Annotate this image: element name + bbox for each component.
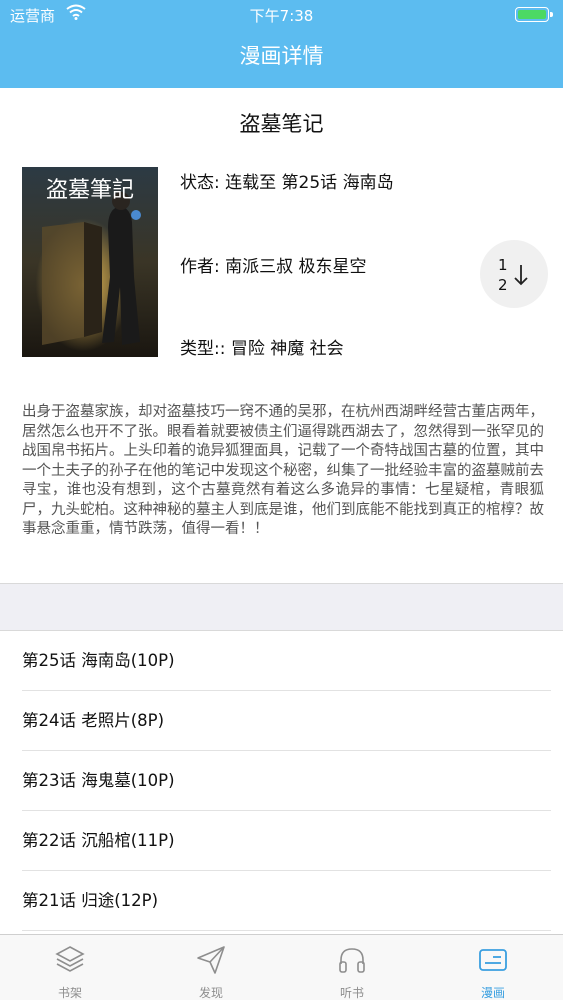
status-label: 状态:	[180, 173, 220, 193]
tab-label: 漫画	[480, 986, 505, 1000]
author-row: 作者: 南派三叔 极东星空	[180, 252, 367, 277]
section-divider	[0, 583, 563, 631]
comic-description: 出身于盗墓家族，却对盗墓技巧一窍不通的吴邪，在杭州西湖畔经营古董店两年，居然怎么…	[22, 404, 544, 537]
tab-audiobook[interactable]: 听书	[282, 935, 422, 1000]
top-header: 运营商 下午7:38 漫画详情	[0, 0, 563, 88]
author-label: 作者:	[180, 257, 220, 277]
comic-card-icon	[479, 949, 507, 971]
genre-row: 类型:: 冒险 神魔 社会	[180, 334, 344, 359]
chapter-list: 第25话 海南岛(10P) 第24话 老照片(8P) 第23话 海鬼墓(10P)…	[0, 631, 563, 931]
arrow-down-icon	[514, 265, 528, 286]
tab-comics[interactable]: 漫画	[423, 935, 563, 1000]
tab-discover[interactable]: 发现	[141, 935, 281, 1000]
genre-label: 类型::	[180, 339, 226, 359]
chapter-item[interactable]: 第21话 归途(12P)	[0, 871, 563, 931]
tab-label: 书架	[57, 986, 82, 1000]
status-row: 状态: 连载至 第25话 海南岛	[180, 168, 394, 193]
sort-order-button[interactable]: 1 2	[480, 240, 548, 308]
battery-icon	[515, 7, 553, 22]
paper-plane-icon	[197, 946, 225, 974]
tab-label: 听书	[339, 986, 364, 1000]
author-value: 南派三叔 极东星空	[225, 257, 367, 277]
status-value: 连载至 第25话 海南岛	[225, 173, 394, 193]
chapter-item[interactable]: 第22话 沉船棺(11P)	[0, 811, 563, 871]
genre-value: 冒险 神魔 社会	[230, 339, 344, 359]
chapter-item[interactable]: 第24话 老照片(8P)	[0, 691, 563, 751]
status-time: 下午7:38	[249, 7, 314, 25]
headphones-icon	[339, 948, 365, 973]
layers-icon	[55, 946, 85, 972]
tab-label: 发现	[198, 986, 223, 1000]
tab-bar: 书架 发现 听书 漫画	[0, 934, 563, 1000]
status-bar: 运营商 下午7:38	[0, 0, 563, 28]
chapter-item[interactable]: 第25话 海南岛(10P)	[0, 631, 563, 691]
chapter-item[interactable]: 第23话 海鬼墓(10P)	[0, 751, 563, 811]
page-title: 漫画详情	[239, 44, 324, 68]
sort-number-top: 1	[498, 256, 508, 274]
cover-title-text: 盗墓筆記	[46, 178, 134, 203]
sort-number-bottom: 2	[498, 276, 508, 294]
comic-cover-image: 盗墓筆記	[22, 167, 158, 357]
comic-title: 盗墓笔记	[239, 112, 324, 136]
tab-bookshelf[interactable]: 书架	[0, 935, 140, 1000]
